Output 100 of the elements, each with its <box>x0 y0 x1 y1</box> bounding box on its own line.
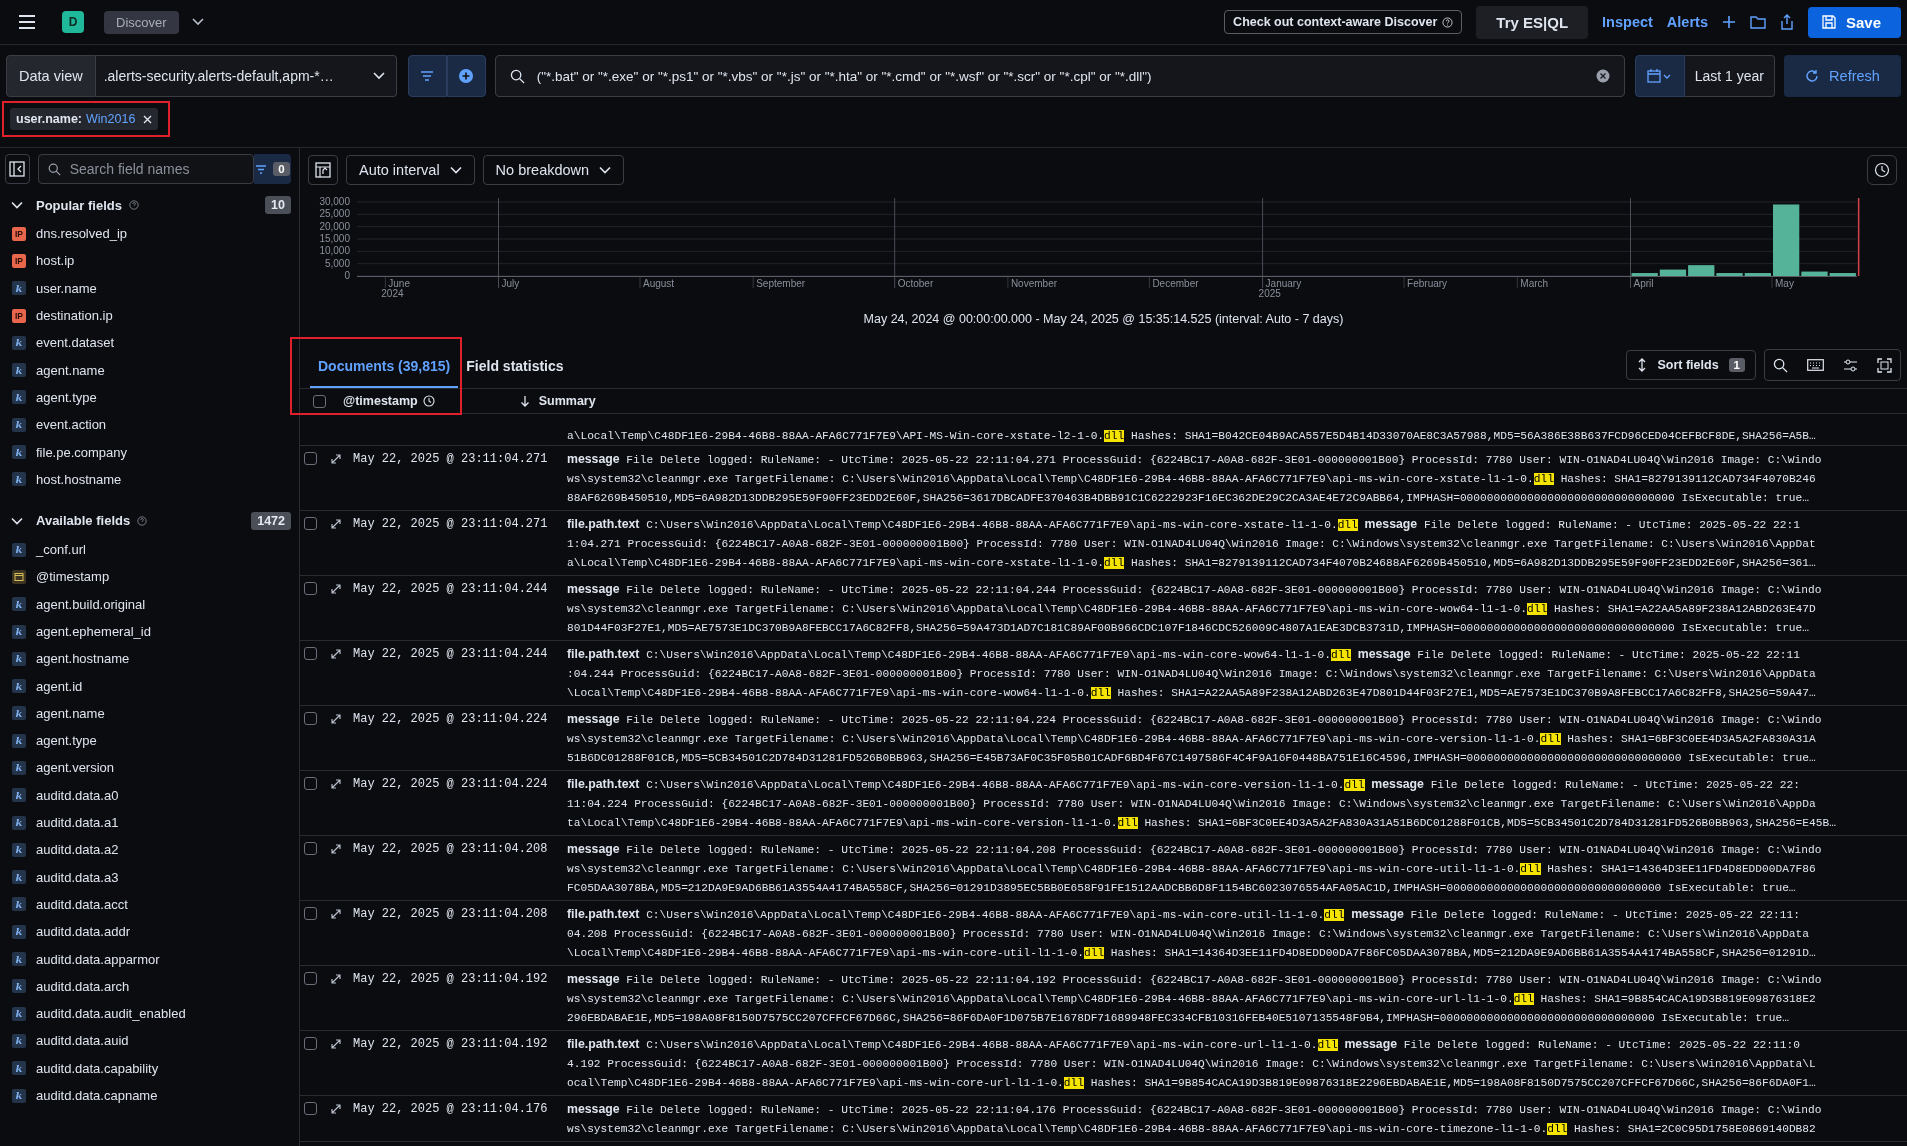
keyword-type-icon: k <box>12 870 26 885</box>
column-header[interactable]: @timestamp <box>343 394 418 408</box>
field-name[interactable]: destination.ip <box>36 308 113 324</box>
field-search-box[interactable]: Search field names <box>37 154 254 184</box>
field-name[interactable]: agent.type <box>36 733 97 749</box>
field-name[interactable]: auditd.data.capability <box>36 1060 159 1076</box>
keyword-type-icon: k <box>12 897 26 912</box>
breadcrumb[interactable]: Discover <box>104 10 179 34</box>
field-name[interactable]: agent.type <box>36 389 97 405</box>
field-name[interactable]: auditd.data.acct <box>36 896 128 912</box>
tab[interactable]: Documents (39,815) <box>310 342 459 388</box>
count-badge: 1 <box>1728 358 1745 372</box>
x-tick-label: March <box>1520 278 1549 289</box>
field-name[interactable]: event.action <box>36 417 107 433</box>
timestamp-cell: May 22, 2025 @ 23:11:04.271 <box>353 451 548 466</box>
x-tick-label: November <box>1010 278 1058 289</box>
tab[interactable]: Field statistics <box>458 342 572 388</box>
query-field[interactable]: ("*.bat" or "*.exe" or "*.ps1" or "*.vbs" or "*.js" or "*.hta" or "*.cmd" or "*.wsf" or "*.scr" or "*.cpl" or "*.dll") <box>494 55 1625 97</box>
column-header[interactable]: Summary <box>538 394 596 408</box>
field-name: message <box>1364 517 1418 531</box>
field-value: Hashes: SHA1=A22AA5A89F238A12ABD263E47D801D44F03F27E1,MD5=AE7573E1DC370B9A8FEBCC17A6C82FF8,SHA256=59A47… <box>1116 687 1816 699</box>
field-name[interactable]: user.name <box>36 280 97 296</box>
keyword-type-icon: k <box>12 952 26 967</box>
field-value: ws\system32\cleanmgr.exe TargetFilename: C:\Users\Win2016\AppData\Local\Temp\C48DF1E6-29B4-46B8-88AA-AFA6C771F7E9\api-ms-win-core-util-l1-1-0. <box>567 863 1521 875</box>
space-avatar[interactable]: D <box>62 11 84 33</box>
time-range-button[interactable]: Last 1 year <box>1684 55 1775 97</box>
field-search-input[interactable]: Search field names <box>67 160 253 178</box>
keyword-type-icon: k <box>12 597 26 612</box>
esql-button[interactable]: Try ES|QL <box>1476 5 1589 39</box>
field-name[interactable]: host.ip <box>36 253 75 269</box>
search-match: dll <box>1337 519 1358 531</box>
field-name[interactable]: auditd.data.a2 <box>36 842 119 858</box>
field-name[interactable]: dns.resolved_ip <box>36 226 128 242</box>
y-tick-label: 15,000 <box>319 233 350 244</box>
field-name: file.path.text <box>567 1037 640 1051</box>
breakdown-dropdown[interactable]: No breakdown <box>482 155 625 185</box>
field-value: ws\system32\cleanmgr.exe TargetFilename: C:\Users\Win2016\AppData\Local\Temp\C48DF1E6-29B4-46B8-88AA-AFA6C771F7E9\api-ms-win-core-url-l1-1-0. <box>567 993 1514 1005</box>
field-name[interactable]: agent.name <box>36 705 105 721</box>
field-value: File Delete logged: RuleName: - UtcTime: 2025-05-22 22:1 <box>1422 519 1800 531</box>
field-value: C:\Users\Win2016\AppData\Local\Temp\C48DF1E6-29B4-46B8-88AA-AFA6C771F7E9\api-ms-win-core-url-l1-1-0. <box>645 1039 1318 1051</box>
search-match: dll <box>1104 430 1125 442</box>
refresh-button[interactable]: Refresh <box>1784 55 1901 97</box>
promo-button[interactable]: Check out context-aware Discover <box>1224 10 1463 34</box>
save-button[interactable]: Save <box>1807 6 1901 38</box>
field-value: C:\Users\Win2016\AppData\Local\Temp\C48DF1E6-29B4-46B8-88AA-AFA6C771F7E9\api-ms-win-core-util-l1-1-0. <box>645 909 1325 921</box>
section-title[interactable]: Available fields <box>36 513 131 529</box>
field-name[interactable]: auditd.data.a1 <box>36 815 119 831</box>
keyword-type-icon: k <box>12 624 26 639</box>
field-name[interactable]: auditd.data.arch <box>36 978 130 994</box>
field-value: 51B6DC01288F01CB,MD5=5CB34501C2D784D31281FD526B0BB963,SHA256=E45B73AF0C35F05B01CADF6BD4F67C1497586F4C4F9A16F0448BA751E16C4596,IMPHASH=00000000000000000000000000000000 IsExecutable: true… <box>567 752 1816 764</box>
field-value: 801D44F03F27E1,MD5=AE7573E1DC370B9A8FEBCC17A6C82FF8,SHA256=59A473D1AD7C181C89AF00B966CDC107F1846CDC526009C4807A1EAE3DCB3731D,IMPHASH=00000000000000000000000000000000 IsExecutable: true… <box>567 622 1809 634</box>
field-value: ocal\Temp\C48DF1E6-29B4-46B8-88AA-AFA6C771F7E9\api-ms-win-core-url-l1-1-0. <box>567 1077 1064 1089</box>
keyword-type-icon: k <box>12 733 26 748</box>
field-value: 1:04.271 ProcessGuid: {6224BC17-A0A8-682F-3E01-000000001B00} ProcessId: 7780 User: WIN-O1NAD4LU04Q\Win2016 Image: C:\Windows\system32\cleanmgr.exe TargetFilename: C:\Users\Win2016\AppDat <box>567 538 1816 550</box>
timestamp-cell: May 22, 2025 @ 23:11:04.224 <box>353 711 548 726</box>
x-tick-label: February <box>1407 278 1448 289</box>
field-name[interactable]: @timestamp <box>36 569 110 585</box>
field-name[interactable]: auditd.data.audit_enabled <box>36 1006 186 1022</box>
keyword-type-icon: k <box>12 788 26 803</box>
timestamp-cell: May 22, 2025 @ 23:11:04.244 <box>353 581 548 596</box>
header-link[interactable]: Alerts <box>1666 14 1708 30</box>
field-name[interactable]: agent.id <box>36 678 83 694</box>
field-name[interactable]: host.hostname <box>36 471 122 487</box>
field-name[interactable]: agent.ephemeral_id <box>36 624 151 639</box>
field-filter-button[interactable]: 0 <box>253 154 291 184</box>
field-name[interactable]: file.pe.company <box>36 444 128 460</box>
header-link[interactable]: Inspect <box>1602 14 1653 30</box>
field-name[interactable]: agent.name <box>36 362 105 378</box>
sort-fields-button[interactable]: Sort fields 1 <box>1626 350 1756 380</box>
field-value: 296EBDABAE1E,MD5=198A08F8150D7575CC207CFFCF67D66C,SHA256=86F6DA0F1D075B7E1678DF71689948FEC334CFB10316FEB40E5107135548F9B4,IMPHASH=00000000000000000000000000000000 IsExecutable: true… <box>567 1012 1789 1024</box>
field-name[interactable]: event.dataset <box>36 335 115 351</box>
field-value: File Delete logged: RuleName: - UtcTime: 2025-05-22 22:11: <box>1409 909 1800 921</box>
field-value: Hashes: SHA1=2C0C95D1758E0869140DB82 <box>1573 1123 1816 1135</box>
field-value: Hashes: SHA1=8279139112CAD734F4070B246 <box>1559 473 1816 485</box>
search-match: dll <box>1527 603 1548 615</box>
data-view-select[interactable]: .alerts-security.alerts-default,apm-*… <box>95 55 397 97</box>
search-match: dll <box>1104 557 1125 569</box>
field-name[interactable]: auditd.data.a3 <box>36 869 119 885</box>
x-tick-label: December <box>1152 278 1199 289</box>
filter-pill[interactable]: user.name: Win2016 <box>10 108 159 130</box>
search-match: dll <box>1063 1077 1084 1089</box>
field-name[interactable]: _conf.url <box>36 542 86 558</box>
field-name[interactable]: auditd.data.addr <box>36 924 130 940</box>
keyword-type-icon: k <box>12 651 26 666</box>
field-name[interactable]: auditd.data.apparmor <box>36 951 160 967</box>
interval-dropdown[interactable]: Auto interval <box>346 155 475 185</box>
field-name[interactable]: agent.version <box>36 760 115 776</box>
field-name: message <box>567 842 620 856</box>
field-name[interactable]: agent.build.original <box>36 596 146 612</box>
field-name[interactable]: auditd.data.a0 <box>36 787 119 803</box>
field-name: file.path.text <box>567 517 640 531</box>
query-text[interactable]: ("*.bat" or "*.exe" or "*.ps1" or "*.vbs" or "*.js" or "*.hta" or "*.cmd" or "*.wsf" or "*.scr" or "*.cpl" or "*.dll") <box>536 68 1584 84</box>
field-name[interactable]: auditd.data.capname <box>36 1088 158 1104</box>
field-value: File Delete logged: RuleName: - UtcTime: 2025-05-22 22:11:04.176 ProcessGuid: {6224BC17-A0A8-682F-3E01-000000001B00} ProcessId: 7780 User: WIN-O1NAD4LU04Q\Win2016 Image: C:\Windo <box>625 1104 1822 1116</box>
field-name[interactable]: auditd.data.auid <box>36 1033 129 1049</box>
section-title[interactable]: Popular fields <box>36 197 122 213</box>
field-value: File Delete logged: RuleName: - UtcTime: 2025-05-22 22:11:04.192 ProcessGuid: {6224BC17-A0A8-682F-3E01-000000001B00} ProcessId: 7780 User: WIN-O1NAD4LU04Q\Win2016 Image: C:\Windo <box>625 974 1822 986</box>
field-name[interactable]: agent.hostname <box>36 651 130 667</box>
ip-type-icon: IP <box>12 253 26 268</box>
keyword-type-icon: k <box>12 445 26 459</box>
